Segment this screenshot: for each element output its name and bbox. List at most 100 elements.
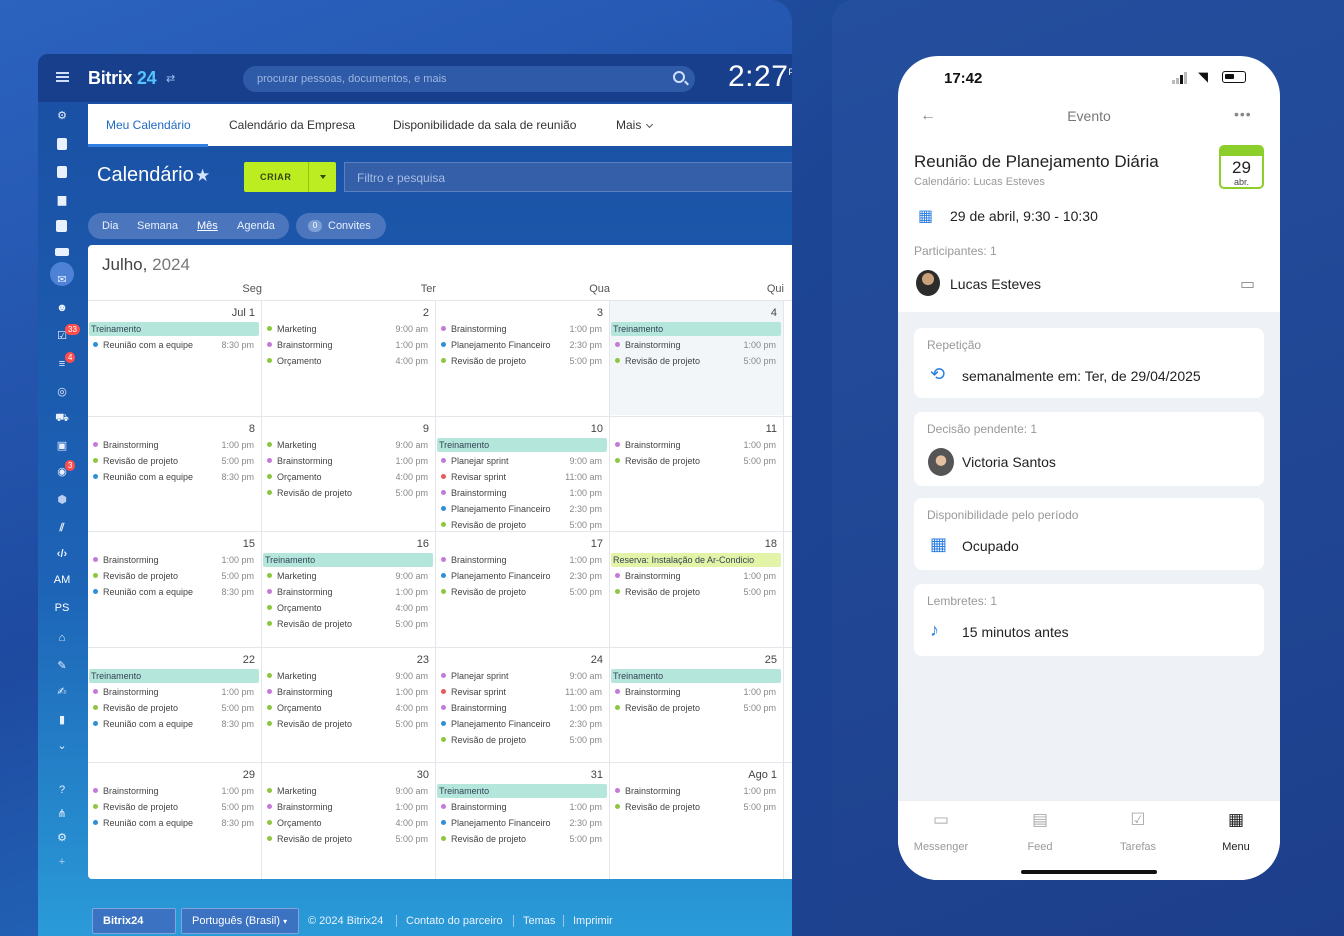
day-number[interactable]: 22 — [243, 654, 255, 666]
sidebar-drive-icon[interactable] — [57, 166, 67, 178]
event-item[interactable]: Reunião com a equipe 8:30 pm — [91, 470, 258, 484]
event-item[interactable]: Revisão de projeto 5:00 pm — [439, 354, 606, 368]
event-item[interactable]: Reunião com a equipe 8:30 pm — [91, 585, 258, 599]
event-item[interactable]: Revisão de projeto 5:00 pm — [439, 585, 606, 599]
day-number[interactable]: 8 — [249, 423, 255, 435]
day-number[interactable]: Jul 1 — [232, 307, 255, 319]
invites-button[interactable]: 0 Convites — [296, 213, 386, 239]
day-cell[interactable]: 23 Marketing 9:00 am Brainstorming 1:00 pm Or… — [262, 648, 435, 762]
event-item[interactable]: Revisão de projeto 5:00 pm — [91, 454, 258, 468]
day-number[interactable]: 9 — [423, 423, 429, 435]
footer-print-link[interactable]: Imprimir — [573, 915, 613, 927]
sidebar-cart-icon[interactable]: ⛟ — [55, 412, 69, 424]
day-cell[interactable]: 2 Marketing 9:00 am Brainstorming 1:00 pm Orç… — [262, 301, 435, 415]
day-number[interactable]: 25 — [765, 654, 777, 666]
event-item[interactable]: Reunião com a equipe 8:30 pm — [91, 816, 258, 830]
event-item[interactable]: Revisão de projeto 5:00 pm — [439, 518, 606, 532]
sidebar-box-icon[interactable]: ⬢ — [55, 494, 69, 506]
day-number[interactable]: 11 — [766, 423, 777, 435]
event-item[interactable]: Revisão de projeto 5:00 pm — [613, 585, 780, 599]
tab-feed[interactable]: Feed — [1000, 841, 1080, 853]
day-cell[interactable]: 17 Brainstorming 1:00 pm Planejamento Finan… — [436, 532, 609, 646]
day-number[interactable]: 4 — [771, 307, 777, 319]
event-item[interactable]: Planejamento Financeiro 2:30 pm — [439, 717, 606, 731]
event-item[interactable]: Revisão de projeto 5:00 pm — [613, 354, 780, 368]
sidebar-structure-icon[interactable]: ⋔ — [55, 808, 69, 820]
day-cell[interactable]: Jul 1 Treinamento Reunião com a equipe 8:30… — [88, 301, 261, 415]
sidebar-code-icon[interactable]: ‹/› — [55, 548, 69, 560]
menu-grid-icon[interactable]: ▦ — [1196, 810, 1276, 830]
event-item[interactable]: Brainstorming 1:00 pm — [613, 784, 780, 798]
create-button[interactable]: CRIAR — [244, 162, 336, 192]
event-item[interactable]: Brainstorming 1:00 pm — [613, 569, 780, 583]
day-cell[interactable]: 24 Planejar sprint 9:00 am Revisar sprint 11… — [436, 648, 609, 762]
event-item[interactable]: Orçamento 4:00 pm — [265, 470, 432, 484]
day-cell[interactable]: 22 Treinamento Brainstorming 1:00 pm Revisão… — [88, 648, 261, 762]
event-item[interactable]: Orçamento 4:00 pm — [265, 816, 432, 830]
sidebar-feed-icon[interactable]: ⚙ — [55, 110, 69, 122]
view-week[interactable]: Semana — [137, 220, 178, 232]
event-item[interactable]: Planejamento Financeiro 2:30 pm — [439, 569, 606, 583]
day-cell[interactable]: 15 Brainstorming 1:00 pm Revisão de projeto… — [88, 532, 261, 646]
event-item[interactable]: Brainstorming 1:00 pm — [265, 800, 432, 814]
event-item[interactable]: Brainstorming 1:00 pm — [439, 322, 606, 336]
day-number[interactable]: 16 — [417, 538, 429, 550]
event-item[interactable]: Revisão de projeto 5:00 pm — [613, 454, 780, 468]
event-item[interactable]: Revisão de projeto 5:00 pm — [613, 701, 780, 715]
sidebar-target-icon[interactable]: ◎ — [55, 386, 69, 398]
day-cell[interactable]: 31 Treinamento Brainstorming 1:00 pm Planeja… — [436, 763, 609, 879]
footer-themes-link[interactable]: Temas — [523, 915, 555, 927]
sidebar-settings-icon[interactable]: ⚙ — [55, 832, 69, 844]
event-item[interactable]: Marketing 9:00 am — [265, 322, 432, 336]
tab-tarefas[interactable]: Tarefas — [1098, 841, 1178, 853]
day-cell[interactable]: 30 Marketing 9:00 am Brainstorming 1:00 pm Or… — [262, 763, 435, 879]
dropdown-arrow-icon[interactable] — [320, 175, 326, 179]
event-item[interactable]: Planejar sprint 9:00 am — [439, 454, 606, 468]
all-day-event[interactable]: Treinamento — [263, 553, 433, 567]
event-item[interactable]: Brainstorming 1:00 pm — [91, 784, 258, 798]
star-icon[interactable]: ★ — [195, 166, 210, 186]
all-day-event[interactable]: Treinamento — [611, 322, 781, 336]
all-day-event[interactable]: Treinamento — [437, 438, 607, 452]
event-item[interactable]: Brainstorming 1:00 pm — [265, 685, 432, 699]
sidebar-contact-icon[interactable]: ▣ — [55, 440, 69, 452]
all-day-event[interactable]: Reserva: Instalação de Ar-Condicio — [611, 553, 781, 567]
sidebar-groups-icon[interactable]: ☻ — [55, 302, 69, 314]
day-number[interactable]: 24 — [591, 654, 603, 666]
sidebar-chat-icon[interactable]: ▆ — [55, 194, 69, 206]
sidebar-notes-icon[interactable]: ✎ — [55, 660, 69, 672]
sidebar-analytics-icon[interactable]: ▮ — [55, 714, 69, 726]
menu-icon[interactable] — [56, 72, 69, 82]
day-cell[interactable]: 10 Treinamento Planejar sprint 9:00 am Revis… — [436, 417, 609, 531]
day-number[interactable]: 23 — [417, 654, 429, 666]
day-number[interactable]: 18 — [765, 538, 777, 550]
event-item[interactable]: Marketing 9:00 am — [265, 669, 432, 683]
event-item[interactable]: Orçamento 4:00 pm — [265, 701, 432, 715]
more-options-icon[interactable]: ••• — [1234, 106, 1252, 122]
day-number[interactable]: 31 — [591, 769, 603, 781]
event-item[interactable]: Revisão de projeto 5:00 pm — [439, 832, 606, 846]
sidebar-inbox-icon[interactable] — [55, 248, 69, 256]
participant-name[interactable]: Lucas Esteves — [950, 276, 1041, 292]
event-item[interactable]: Reunião com a equipe 8:30 pm — [91, 338, 258, 352]
sidebar-add-icon[interactable]: + — [55, 856, 69, 868]
event-item[interactable]: Planejamento Financeiro 2:30 pm — [439, 502, 606, 516]
event-item[interactable]: Revisão de projeto 5:00 pm — [265, 832, 432, 846]
sidebar-mail-icon[interactable]: ✉ — [55, 274, 69, 286]
chat-icon[interactable]: ▭ — [1240, 274, 1255, 294]
event-item[interactable]: Brainstorming 1:00 pm — [91, 685, 258, 699]
event-item[interactable]: Brainstorming 1:00 pm — [265, 338, 432, 352]
day-number[interactable]: 10 — [591, 423, 603, 435]
event-item[interactable]: Planejamento Financeiro 2:30 pm — [439, 338, 606, 352]
feed-icon[interactable]: ▤ — [1000, 810, 1080, 830]
all-day-event[interactable]: Treinamento — [611, 669, 781, 683]
day-cell[interactable]: 8 Brainstorming 1:00 pm Revisão de projeto 5… — [88, 417, 261, 531]
event-item[interactable]: Revisar sprint 11:00 am — [439, 470, 606, 484]
day-number[interactable]: 29 — [243, 769, 255, 781]
day-number[interactable]: 2 — [423, 307, 429, 319]
event-item[interactable]: Brainstorming 1:00 pm — [265, 454, 432, 468]
event-item[interactable]: Orçamento 4:00 pm — [265, 354, 432, 368]
sidebar-document-icon[interactable] — [57, 138, 67, 150]
event-item[interactable]: Brainstorming 1:00 pm — [439, 701, 606, 715]
event-item[interactable]: Marketing 9:00 am — [265, 569, 432, 583]
